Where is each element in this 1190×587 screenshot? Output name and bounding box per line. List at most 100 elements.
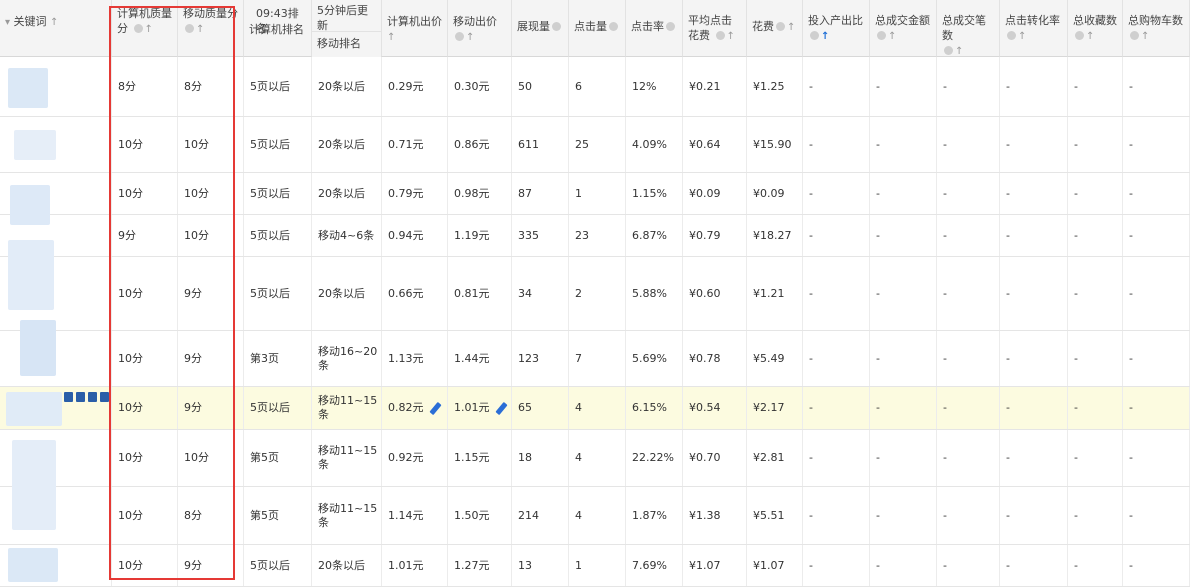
clicks-cell-value: 1	[575, 559, 582, 573]
col-header-roi-label: 投入产出比	[808, 14, 863, 27]
col-header-cost[interactable]: 花费↑	[747, 0, 803, 57]
info-dot-icon[interactable]	[776, 22, 785, 31]
clicks-cell-value: 1	[575, 187, 582, 201]
col-header-total-cart[interactable]: 总购物车数 ↑	[1123, 0, 1190, 57]
mobile-bid-cell[interactable]: 1.50元	[448, 487, 512, 544]
copy-icon[interactable]	[64, 392, 73, 402]
roi-cell-value: -	[809, 229, 813, 243]
info-dot-icon[interactable]	[1130, 31, 1139, 40]
total-favorites-cell: -	[1068, 545, 1123, 586]
pc-bid-cell[interactable]: 0.92元	[382, 430, 448, 486]
pc-bid-cell[interactable]: 0.71元	[382, 117, 448, 172]
mobile-bid-cell[interactable]: 1.01元	[448, 387, 512, 429]
info-dot-icon[interactable]	[716, 31, 725, 40]
col-header-mobile-bid[interactable]: 移动出价 ↑	[448, 0, 512, 57]
sort-up-icon[interactable]: ↑	[1018, 32, 1026, 42]
total-favorites-cell: -	[1068, 57, 1123, 116]
sort-up-icon[interactable]: ↑	[955, 47, 963, 57]
col-header-total-favorites[interactable]: 总收藏数 ↑	[1068, 0, 1123, 57]
pc-rank-cell: 第5页	[244, 430, 312, 486]
pc-bid-cell[interactable]: 0.66元	[382, 257, 448, 330]
roi-cell: -	[803, 487, 870, 544]
report-icon[interactable]	[76, 392, 85, 402]
col-header-avg-cpc[interactable]: 平均点击花费 ↑	[683, 0, 747, 57]
col-header-click-conversion[interactable]: 点击转化率 ↑	[1000, 0, 1068, 57]
pc-bid-cell[interactable]: 1.13元	[382, 331, 448, 386]
total-cart-cell-value: -	[1129, 229, 1133, 243]
mobile-bid-cell[interactable]: 0.86元	[448, 117, 512, 172]
pc-bid-cell[interactable]: 0.94元	[382, 215, 448, 256]
clicks-cell-value: 7	[575, 352, 582, 366]
trash-icon[interactable]	[100, 392, 109, 402]
mobile-bid-cell[interactable]: 1.19元	[448, 215, 512, 256]
pencil-icon[interactable]	[495, 401, 507, 414]
mobile-bid-cell[interactable]: 1.44元	[448, 331, 512, 386]
mobile-bid-cell[interactable]: 0.30元	[448, 57, 512, 116]
pc-bid-cell[interactable]: 1.01元	[382, 545, 448, 586]
mobile-bid-cell[interactable]: 0.81元	[448, 257, 512, 330]
col-header-pc-bid[interactable]: 计算机出价 ↑	[382, 0, 448, 57]
sort-up-icon[interactable]: ↑	[1141, 32, 1149, 42]
col-header-keyword[interactable]: ▾ 关键词 ↑	[0, 0, 112, 57]
info-dot-icon[interactable]	[877, 31, 886, 40]
col-header-total-deal-count[interactable]: 总成交笔数 ↑	[937, 0, 1000, 57]
info-dot-icon[interactable]	[609, 22, 618, 31]
col-header-roi[interactable]: 投入产出比 ↑	[803, 0, 870, 57]
total-cart-cell-value: -	[1129, 352, 1133, 366]
col-header-total-cart-label: 总购物车数	[1128, 14, 1183, 27]
total-deal-count-cell: -	[937, 387, 1000, 429]
mobile-bid-cell-value: 1.44元	[454, 352, 490, 366]
blurred-keyword	[14, 130, 56, 160]
mobile-rank-cell-value: 移动11~15条	[318, 394, 378, 422]
pc-rank-cell: 5页以后	[244, 257, 312, 330]
caret-down-icon[interactable]: ▾	[5, 18, 10, 28]
mobile-bid-cell[interactable]: 1.15元	[448, 430, 512, 486]
trend-chart-icon[interactable]	[88, 392, 97, 402]
col-header-clicks[interactable]: 点击量	[569, 0, 626, 57]
pc-rank-cell: 5页以后	[244, 117, 312, 172]
total-favorites-cell-value: -	[1074, 559, 1078, 573]
roi-cell-value: -	[809, 401, 813, 415]
sort-up-icon[interactable]: ↑	[466, 33, 474, 43]
keyword-cell[interactable]	[0, 331, 112, 386]
info-dot-icon[interactable]	[1075, 31, 1084, 40]
total-deal-amount-cell-value: -	[876, 559, 880, 573]
info-dot-icon[interactable]	[455, 32, 464, 41]
roi-cell-value: -	[809, 352, 813, 366]
info-dot-icon[interactable]	[552, 22, 561, 31]
pencil-icon[interactable]	[429, 401, 441, 414]
sort-up-icon[interactable]: ↑	[888, 32, 896, 42]
ctr-cell: 5.69%	[626, 331, 683, 386]
roi-cell: -	[803, 173, 870, 214]
sort-up-icon[interactable]: ↑	[727, 32, 735, 42]
col-header-impressions[interactable]: 展现量	[512, 0, 569, 57]
ctr-cell: 22.22%	[626, 430, 683, 486]
info-dot-icon[interactable]	[810, 31, 819, 40]
impressions-cell-value: 214	[518, 509, 539, 523]
mobile-bid-cell[interactable]: 1.27元	[448, 545, 512, 586]
col-header-ctr[interactable]: 点击率	[626, 0, 683, 57]
pc-bid-cell[interactable]: 0.79元	[382, 173, 448, 214]
col-header-total-deal-amount[interactable]: 总成交金额 ↑	[870, 0, 937, 57]
info-dot-icon[interactable]	[666, 22, 675, 31]
total-favorites-cell-value: -	[1074, 451, 1078, 465]
mobile-bid-cell-value: 0.98元	[454, 187, 490, 201]
mobile-bid-cell[interactable]: 0.98元	[448, 173, 512, 214]
total-favorites-cell: -	[1068, 487, 1123, 544]
sort-up-icon[interactable]: ↑	[787, 23, 795, 33]
ctr-cell-value: 5.88%	[632, 287, 667, 301]
mobile-bid-cell-value: 0.86元	[454, 138, 490, 152]
info-dot-icon[interactable]	[1007, 31, 1016, 40]
sort-up-icon[interactable]: ↑	[387, 33, 395, 43]
pc-bid-cell[interactable]: 0.82元	[382, 387, 448, 429]
sort-up-icon[interactable]: ↑	[1086, 32, 1094, 42]
sort-up-icon[interactable]: ↑	[50, 18, 58, 28]
pc-bid-cell[interactable]: 1.14元	[382, 487, 448, 544]
cost-cell-value: ¥5.49	[753, 352, 785, 366]
sort-up-active-icon[interactable]: ↑	[821, 32, 829, 42]
info-dot-icon[interactable]	[944, 46, 953, 55]
pc-bid-cell[interactable]: 0.29元	[382, 57, 448, 116]
impressions-cell-value: 87	[518, 187, 532, 201]
total-deal-count-cell: -	[937, 430, 1000, 486]
mobile-rank-cell-value: 移动16~20条	[318, 345, 378, 373]
